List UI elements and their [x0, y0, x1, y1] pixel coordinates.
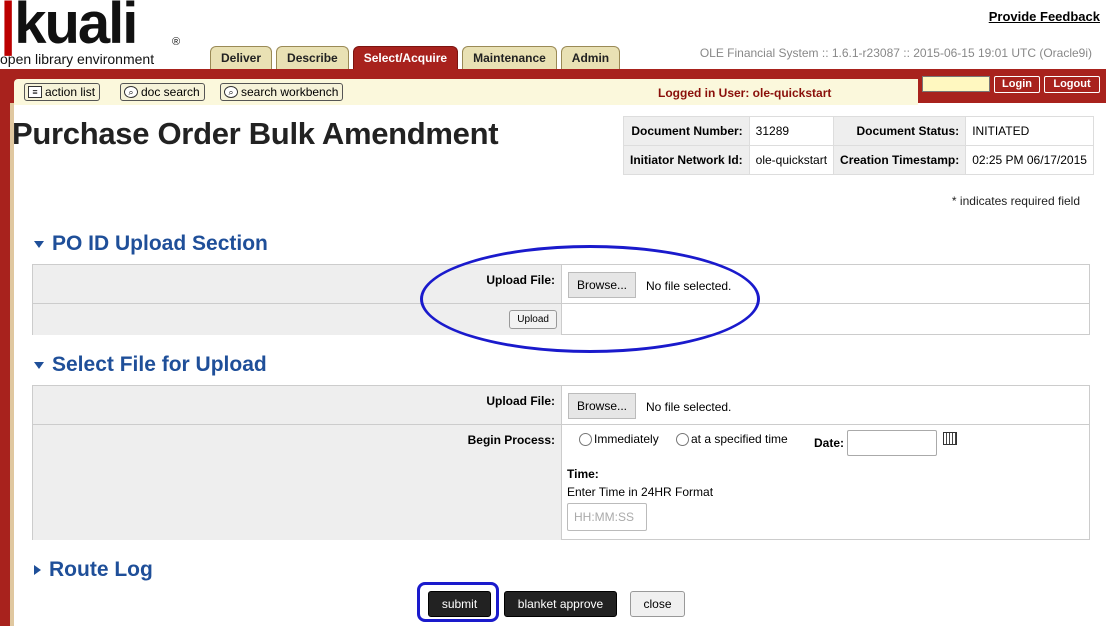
required-field-note: * indicates required field: [951, 194, 1080, 208]
annotation-ellipse: [420, 245, 760, 353]
search-workbench-icon: ⌕: [224, 86, 238, 98]
upload-file-row: Upload File: Browse... No file selected.: [33, 386, 1089, 425]
label-cell: Upload File:: [33, 386, 562, 424]
section-title: Select File for Upload: [52, 353, 267, 376]
action-list-button[interactable]: ≡ action list: [24, 83, 101, 101]
section-select-file-header[interactable]: Select File for Upload: [34, 353, 267, 377]
doc-status-label: Document Status:: [833, 116, 967, 146]
radio-specified-time-circle[interactable]: [676, 433, 689, 447]
main-tabs: Deliver Describe Select/Acquire Maintena…: [210, 46, 621, 70]
section-title: Route Log: [49, 558, 153, 581]
logo-registered-mark: ®: [172, 36, 181, 48]
begin-process-row: Begin Process: Immediately at a specifie…: [33, 425, 1089, 540]
collapse-arrow-icon: [34, 240, 44, 248]
provide-feedback-link[interactable]: Provide Feedback: [989, 9, 1100, 24]
time-format-hint: Enter Time in 24HR Format: [567, 485, 714, 499]
system-version: OLE Financial System :: 1.6.1-r23087 :: …: [699, 46, 1092, 60]
action-list-label: action list: [45, 85, 96, 99]
timestamp-label: Creation Timestamp:: [833, 145, 967, 175]
time-input[interactable]: HH:MM:SS: [567, 503, 647, 531]
label-cell: Begin Process:: [33, 425, 562, 540]
browse-button[interactable]: Browse...: [568, 393, 637, 419]
initiator-value: ole-quickstart: [748, 145, 835, 175]
radio-specified-time-label: at a specified time: [691, 432, 788, 446]
doc-number-value: 31289: [748, 116, 835, 146]
left-border-inner: [10, 103, 14, 626]
backdoor-login-input[interactable]: [922, 76, 990, 92]
section-route-log-header[interactable]: Route Log: [34, 558, 153, 582]
radio-immediately-label: Immediately: [594, 432, 659, 446]
logo-tagline: open library environment: [0, 51, 155, 67]
timestamp-value: 02:25 PM 06/17/2015: [965, 145, 1094, 175]
calendar-icon[interactable]: [943, 432, 957, 445]
doc-search-button[interactable]: ⌕ doc search: [120, 83, 205, 101]
tab-admin[interactable]: Admin: [560, 46, 621, 70]
select-file-panel: Upload File: Browse... No file selected.…: [32, 385, 1090, 540]
logged-in-user: Logged in User: ole-quickstart: [658, 86, 832, 100]
doc-search-icon: ⌕: [124, 86, 138, 98]
date-label: Date:: [814, 436, 845, 450]
tab-select-acquire[interactable]: Select/Acquire: [352, 46, 459, 70]
doc-number-label: Document Number:: [623, 116, 750, 146]
radio-immediately-circle[interactable]: [579, 433, 592, 447]
close-button[interactable]: close: [630, 591, 685, 617]
logout-button[interactable]: Logout: [1044, 76, 1100, 93]
header: |kuali ® open library environment Provid…: [0, 0, 1106, 70]
section-title: PO ID Upload Section: [52, 232, 268, 255]
page-title: Purchase Order Bulk Amendment: [12, 116, 499, 151]
doc-status-value: INITIATED: [965, 116, 1094, 146]
time-label: Time:: [567, 467, 599, 481]
doc-search-label: doc search: [141, 85, 200, 99]
left-border: [0, 103, 10, 626]
upload-file-label: Upload File:: [486, 394, 555, 408]
logo-wordmark: |kuali: [0, 0, 138, 56]
tab-describe[interactable]: Describe: [276, 46, 349, 70]
collapse-arrow-icon: [34, 361, 44, 369]
expand-arrow-icon: [34, 565, 41, 575]
document-header-table: Document Number: 31289 Document Status: …: [623, 116, 1094, 175]
radio-specified-time[interactable]: at a specified time: [676, 432, 788, 447]
search-workbench-button[interactable]: ⌕ search workbench: [220, 83, 344, 101]
tab-maintenance[interactable]: Maintenance: [462, 46, 557, 70]
annotation-highlight-box: [417, 582, 499, 622]
action-list-icon: ≡: [28, 86, 42, 98]
date-input[interactable]: [847, 430, 937, 456]
section-po-id-upload-header[interactable]: PO ID Upload Section: [34, 232, 268, 256]
begin-process-label: Begin Process:: [467, 433, 555, 447]
login-button[interactable]: Login: [994, 76, 1040, 93]
no-file-selected-text: No file selected.: [646, 400, 732, 414]
blanket-approve-button[interactable]: blanket approve: [504, 591, 617, 617]
radio-immediately[interactable]: Immediately: [579, 432, 659, 447]
search-workbench-label: search workbench: [241, 85, 339, 99]
initiator-label: Initiator Network Id:: [623, 145, 750, 175]
tab-deliver[interactable]: Deliver: [210, 46, 273, 70]
